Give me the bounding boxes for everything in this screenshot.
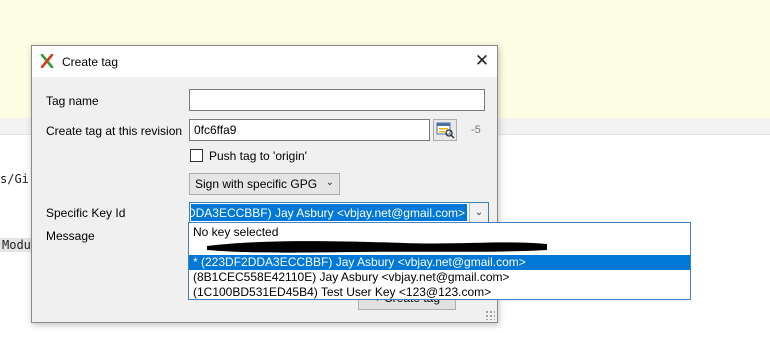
key-option[interactable]: (1C100BD531ED45B4) Test User Key <123@12…	[189, 285, 690, 300]
key-id-label: Specific Key Id	[46, 206, 126, 220]
push-tag-checkbox[interactable]	[190, 149, 203, 162]
git-extensions-icon	[40, 54, 54, 68]
dialog-titlebar[interactable]: Create tag ✕	[32, 46, 497, 77]
close-button[interactable]: ✕	[467, 46, 497, 77]
chevron-down-icon[interactable]: ⌄	[469, 203, 488, 222]
key-id-combo[interactable]: * (223DF2DDA3ECCBBF) Jay Asbury <vbjay.n…	[189, 202, 489, 223]
chevron-down-icon: ⌄	[325, 177, 334, 188]
browse-revision-icon	[436, 122, 455, 139]
key-option-selected[interactable]: * (223DF2DDA3ECCBBF) Jay Asbury <vbjay.n…	[189, 255, 690, 270]
background-path-text: s/Gi	[0, 172, 29, 186]
sign-mode-value: Sign with specific GPG	[195, 177, 318, 191]
revision-label: Create tag at this revision	[46, 124, 183, 138]
key-option[interactable]: (8B1CEC558E42110E) Jay Asbury <vbjay.net…	[189, 270, 690, 285]
sign-mode-select[interactable]: Sign with specific GPG ⌄	[189, 173, 340, 195]
dialog-title: Create tag	[62, 55, 119, 69]
browse-revision-button[interactable]	[433, 119, 457, 141]
push-tag-label[interactable]: Push tag to 'origin'	[209, 149, 307, 163]
revision-offset: -5	[471, 124, 481, 136]
tag-name-label: Tag name	[46, 94, 99, 108]
key-id-dropdown: No key selected * (223DF2DDA3ECCBBF) Jay…	[188, 222, 691, 300]
revision-input[interactable]: 0fc6ffa9	[189, 119, 430, 141]
tag-name-input[interactable]	[189, 89, 485, 111]
key-id-value: * (223DF2DDA3ECCBBF) Jay Asbury <vbjay.n…	[191, 204, 467, 221]
redaction-mark	[207, 241, 547, 253]
resize-grip[interactable]	[485, 310, 495, 320]
message-label: Message	[46, 229, 95, 243]
